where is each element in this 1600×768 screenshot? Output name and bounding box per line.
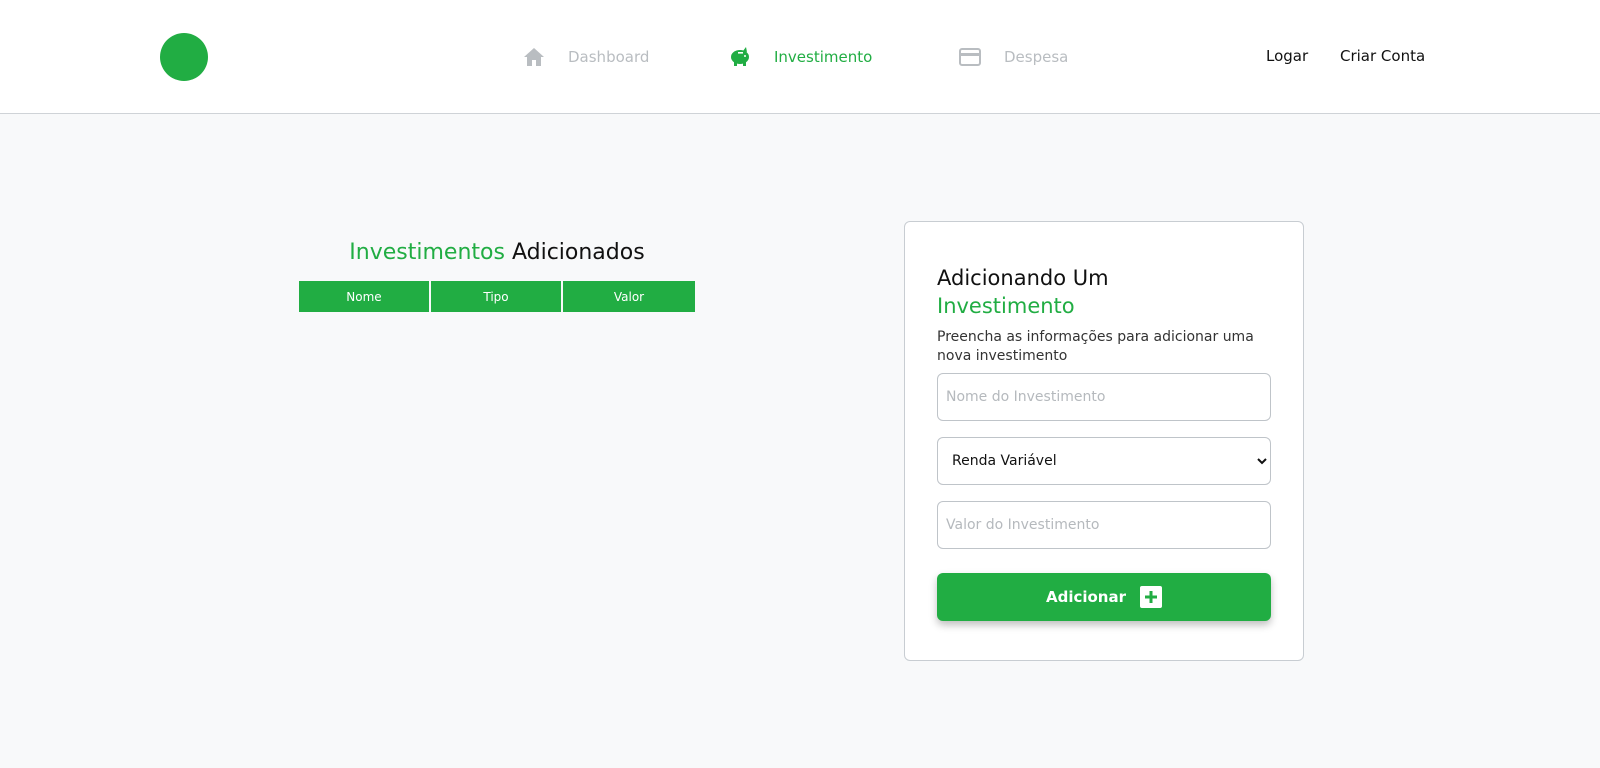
home-icon — [522, 45, 546, 69]
add-button-label: Adicionar — [1045, 588, 1127, 606]
nav-dashboard[interactable]: Dashboard — [522, 44, 649, 70]
investments-title-accent: Investimentos — [349, 240, 505, 265]
form-description: Preencha as informações para adicionar u… — [937, 329, 1254, 364]
nav-investimento-label: Investimento — [774, 48, 873, 66]
add-investment-button[interactable]: Adicionar — [937, 573, 1271, 621]
nav-dashboard-label: Dashboard — [568, 48, 650, 66]
login-link[interactable]: Logar — [1266, 47, 1308, 65]
investment-name-input[interactable] — [937, 373, 1271, 421]
column-header-tipo: Tipo — [431, 281, 561, 312]
form-title: Adicionando Um Investimento — [937, 264, 1109, 320]
logo[interactable] — [160, 33, 208, 81]
investments-title-rest: Adicionados — [511, 240, 645, 265]
add-investment-card: Adicionando Um Investimento Preencha as … — [904, 221, 1304, 661]
form-title-line2: Investimento — [937, 294, 1075, 318]
plus-icon — [1140, 586, 1163, 608]
form-title-line1: Adicionando Um — [937, 266, 1109, 290]
investment-type-select[interactable]: Renda Variável — [937, 437, 1271, 485]
piggy-bank-icon — [728, 45, 752, 69]
investments-title: Investimentos Adicionados — [299, 240, 695, 265]
nav-despesa[interactable]: Despesa — [958, 44, 1068, 70]
signup-link[interactable]: Criar Conta — [1340, 47, 1425, 65]
nav-despesa-label: Despesa — [1004, 48, 1069, 66]
credit-card-icon — [958, 45, 982, 69]
column-header-valor: Valor — [563, 281, 695, 312]
top-navbar: Dashboard Investimento Despesa Logar Cri… — [0, 0, 1600, 114]
column-header-nome: Nome — [299, 281, 429, 312]
investment-value-input[interactable] — [937, 501, 1271, 549]
investments-table-header: Nome Tipo Valor — [299, 281, 695, 312]
nav-investimento[interactable]: Investimento — [728, 44, 872, 70]
